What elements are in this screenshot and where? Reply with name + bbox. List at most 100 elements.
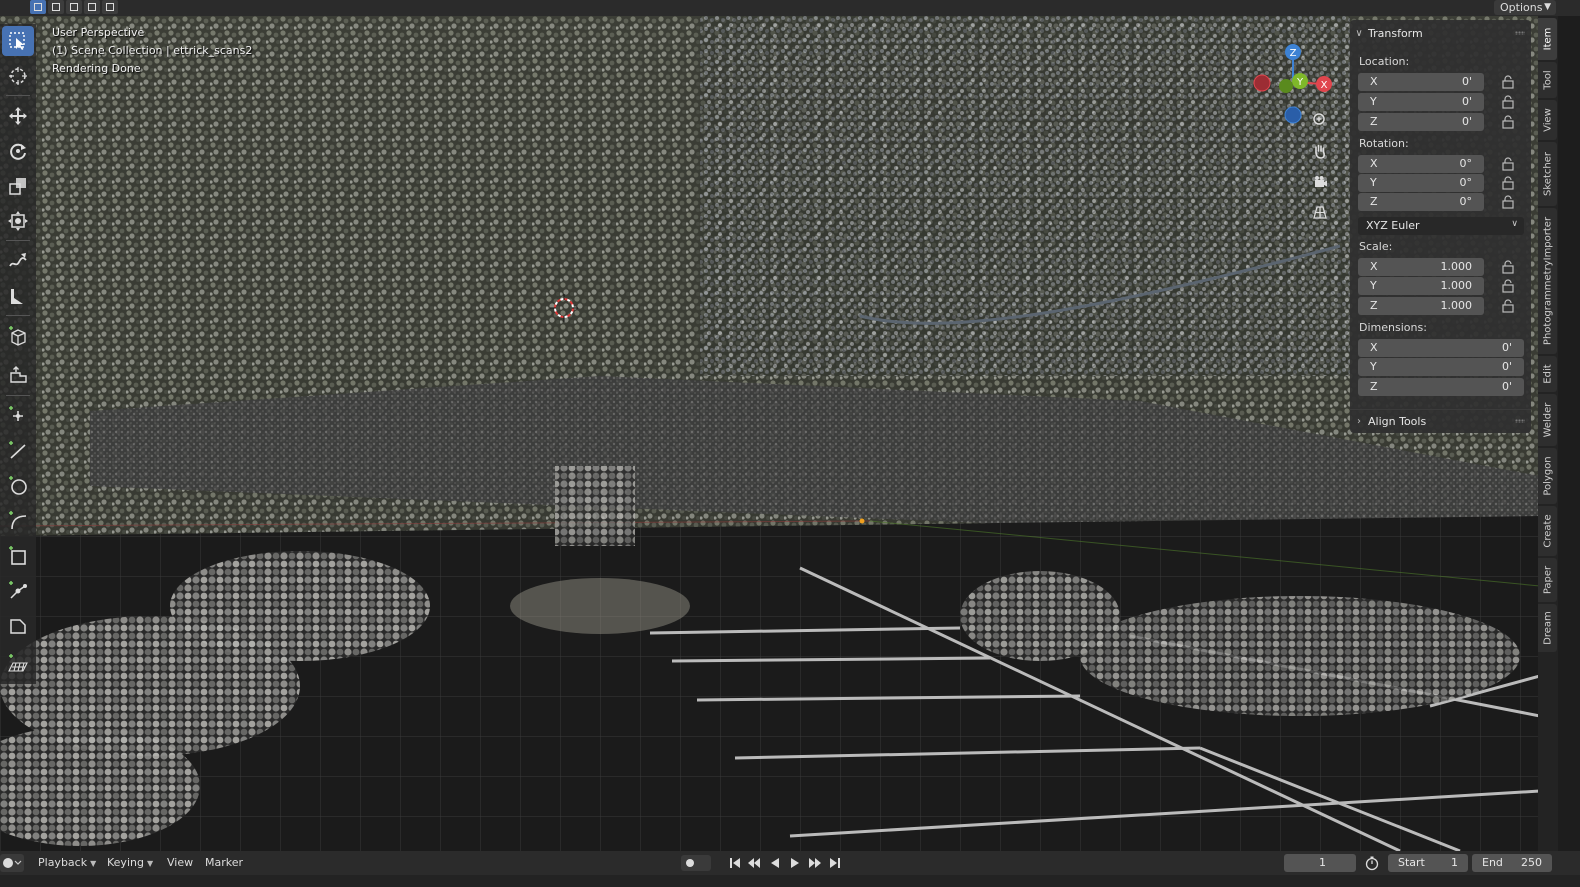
- axis-label: X: [1370, 341, 1378, 354]
- rotation-x-field[interactable]: X 0°: [1358, 155, 1484, 173]
- keying-menu[interactable]: Keying ▼: [107, 856, 153, 869]
- camera-icon[interactable]: [1309, 171, 1331, 193]
- tab-welder[interactable]: Welder: [1538, 394, 1557, 446]
- pan-hand-icon[interactable]: [1309, 140, 1331, 162]
- gizmo-neg-x-axis[interactable]: [1253, 74, 1271, 92]
- play-reverse-icon[interactable]: [767, 855, 783, 871]
- add-vertex-icon[interactable]: [2, 576, 34, 606]
- lock-icon[interactable]: [1501, 195, 1515, 209]
- add-cube-icon[interactable]: [2, 321, 34, 351]
- stopwatch-icon[interactable]: [1364, 855, 1380, 871]
- location-x-field[interactable]: X 0': [1358, 73, 1484, 91]
- add-circle-icon[interactable]: [2, 471, 34, 501]
- dimensions-y-field[interactable]: Y 0': [1358, 358, 1524, 376]
- field-value: 1.000: [1440, 260, 1473, 273]
- gizmo-neg-z-axis[interactable]: [1284, 106, 1302, 124]
- lock-icon[interactable]: [1501, 176, 1515, 190]
- start-frame-field[interactable]: Start 1: [1388, 854, 1468, 872]
- drag-grip-icon[interactable]: [1515, 31, 1525, 35]
- select-extend-icon[interactable]: [48, 0, 64, 14]
- 3d-viewport[interactable]: User Perspective (1) Scene Collection | …: [0, 16, 1540, 851]
- field-value: 1.000: [1440, 299, 1473, 312]
- tab-sketcher[interactable]: Sketcher: [1538, 142, 1557, 206]
- add-arc-icon[interactable]: [2, 506, 34, 536]
- rotate-icon[interactable]: [2, 136, 34, 166]
- select-box-icon[interactable]: [30, 0, 46, 14]
- transform-icon[interactable]: [2, 206, 34, 236]
- dimensions-x-field[interactable]: X 0': [1358, 339, 1524, 357]
- scale-icon[interactable]: [2, 171, 34, 201]
- record-icon: [686, 859, 694, 867]
- tab-edit[interactable]: Edit: [1538, 356, 1557, 392]
- scale-z-field[interactable]: Z 1.000: [1358, 297, 1484, 315]
- scale-x-field[interactable]: X 1.000: [1358, 258, 1484, 276]
- grid-ortho-icon[interactable]: [1309, 201, 1331, 223]
- select-box-icon[interactable]: [2, 26, 34, 56]
- field-label: End: [1482, 856, 1503, 869]
- add-rectangle-icon[interactable]: [2, 541, 34, 571]
- jump-keyframe-back-icon[interactable]: [746, 855, 762, 871]
- auto-keying-toggle[interactable]: [681, 855, 711, 871]
- tab-view[interactable]: View: [1538, 100, 1557, 140]
- end-frame-field[interactable]: End 250: [1472, 854, 1552, 872]
- lock-icon[interactable]: [1501, 279, 1515, 293]
- jump-keyframe-forward-icon[interactable]: [807, 855, 823, 871]
- align-tools-panel-header[interactable]: › Align Tools: [1350, 409, 1531, 432]
- location-y-field[interactable]: Y 0': [1358, 93, 1484, 111]
- select-intersect-icon[interactable]: [84, 0, 100, 14]
- lock-icon[interactable]: [1501, 157, 1515, 171]
- marker-menu[interactable]: Marker: [205, 856, 243, 869]
- jump-end-icon[interactable]: [827, 855, 843, 871]
- cursor-icon[interactable]: [2, 61, 34, 91]
- lock-icon[interactable]: [1501, 95, 1515, 109]
- view-menu[interactable]: View: [167, 856, 193, 869]
- scale-y-field[interactable]: Y 1.000: [1358, 277, 1484, 295]
- move-icon[interactable]: [2, 101, 34, 131]
- field-value: 0°: [1459, 176, 1473, 189]
- toolbar-separator: [6, 240, 30, 241]
- tab-photogrammetry-importer[interactable]: PhotogrammetryImporter: [1538, 208, 1557, 354]
- measure-icon[interactable]: [2, 281, 34, 311]
- select-subtract-icon[interactable]: [66, 0, 82, 14]
- options-dropdown[interactable]: Options ▼: [1494, 0, 1556, 15]
- gizmo-neg-y-axis[interactable]: [1279, 79, 1293, 93]
- gizmo-y-label: Y: [1296, 77, 1304, 88]
- playback-menu[interactable]: Playback ▼: [38, 856, 96, 869]
- tab-polygon[interactable]: Polygon: [1538, 448, 1557, 504]
- menu-label: Playback: [38, 856, 88, 869]
- rotation-y-field[interactable]: Y 0°: [1358, 174, 1484, 192]
- location-label: Location:: [1359, 55, 1410, 68]
- transform-panel-header[interactable]: ∨ Transform: [1350, 22, 1531, 44]
- axis-label: X: [1370, 75, 1378, 88]
- tab-paper[interactable]: Paper: [1538, 558, 1557, 602]
- drag-grip-icon[interactable]: [1515, 419, 1525, 423]
- tab-tool[interactable]: Tool: [1538, 62, 1557, 98]
- chevron-right-icon: ›: [1357, 415, 1361, 427]
- lock-icon[interactable]: [1501, 299, 1515, 313]
- zoom-icon[interactable]: [1309, 109, 1331, 131]
- annotate-icon[interactable]: [2, 246, 34, 276]
- lock-icon[interactable]: [1501, 260, 1515, 274]
- rotation-z-field[interactable]: Z 0°: [1358, 193, 1484, 211]
- lock-icon[interactable]: [1501, 115, 1515, 129]
- select-invert-icon[interactable]: [102, 0, 118, 14]
- add-grid-icon[interactable]: [2, 649, 34, 679]
- tab-label: Edit: [1542, 364, 1553, 384]
- tab-dream[interactable]: Dream: [1538, 604, 1557, 652]
- field-value: 0': [1461, 95, 1472, 108]
- play-icon[interactable]: [787, 855, 803, 871]
- rotation-mode-dropdown[interactable]: XYZ Euler ∨: [1358, 217, 1524, 235]
- tab-item[interactable]: Item: [1538, 18, 1557, 60]
- tab-create[interactable]: Create: [1538, 506, 1557, 556]
- add-line-icon[interactable]: [2, 436, 34, 466]
- jump-start-icon[interactable]: [727, 855, 743, 871]
- current-frame-field[interactable]: 1: [1284, 854, 1356, 872]
- viewport-status-label: Rendering Done: [52, 62, 141, 75]
- lock-icon[interactable]: [1501, 75, 1515, 89]
- location-z-field[interactable]: Z 0': [1358, 113, 1484, 131]
- editor-type-dropdown[interactable]: [0, 854, 24, 872]
- add-point-icon[interactable]: [2, 401, 34, 431]
- dimensions-z-field[interactable]: Z 0': [1358, 378, 1524, 396]
- extrude-icon[interactable]: [2, 361, 34, 391]
- add-face-icon[interactable]: [2, 611, 34, 641]
